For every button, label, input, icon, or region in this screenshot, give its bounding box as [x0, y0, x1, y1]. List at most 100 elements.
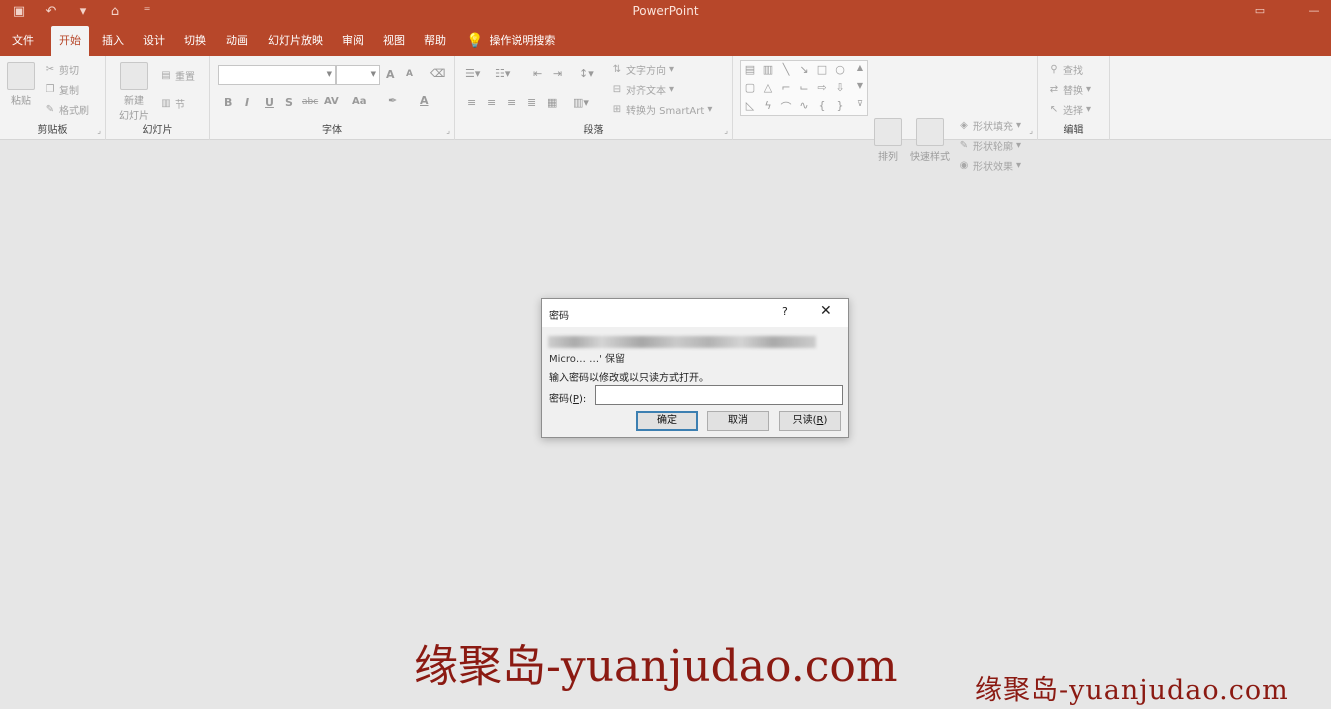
rounded-rect-shape-icon[interactable]: ▢: [743, 81, 757, 94]
tab-insert[interactable]: 插入: [94, 26, 132, 56]
password-dialog: 密码 ? ✕ Micro… …' 保留 输入密码以修改或以只读方式打开。 密码(…: [541, 298, 849, 438]
scroll-down-icon[interactable]: ▼: [853, 81, 867, 90]
elbow-arrow-shape-icon[interactable]: ⌙: [797, 81, 811, 94]
dialog-launcher-icon[interactable]: ⌟: [446, 126, 450, 135]
format-painter-button[interactable]: ✎ 格式刷: [44, 102, 89, 118]
shape-fill-button[interactable]: ◈ 形状填充 ▾: [958, 118, 1021, 134]
rectangle-shape-icon[interactable]: □: [815, 63, 829, 76]
tab-file[interactable]: 文件: [4, 26, 42, 56]
dialog-launcher-icon[interactable]: ⌟: [97, 126, 101, 135]
tab-slideshow[interactable]: 幻灯片放映: [260, 26, 331, 56]
paste-button[interactable]: 粘贴: [6, 62, 36, 107]
app-title: PowerPoint: [632, 4, 699, 18]
clear-format-icon[interactable]: ⌫: [430, 67, 446, 80]
replace-button[interactable]: ⇄ 替换 ▾: [1048, 82, 1091, 98]
search-icon: ⚲: [1050, 63, 1058, 75]
tab-help[interactable]: 帮助: [416, 26, 454, 56]
read-only-button[interactable]: 只读(R): [779, 411, 841, 431]
left-brace-shape-icon[interactable]: {: [815, 99, 829, 112]
ribbon-tabs: 文件 开始 插入 设计 切换 动画 幻灯片放映 审阅 视图 帮助 💡 操作说明搜…: [0, 26, 1331, 56]
more-shapes-icon[interactable]: ⊽: [853, 99, 867, 108]
numbering-icon[interactable]: ☷▾: [495, 67, 510, 80]
align-center-icon[interactable]: ≡: [487, 96, 496, 109]
find-button[interactable]: ⚲ 查找: [1048, 62, 1083, 78]
triangle-shape-icon[interactable]: △: [761, 81, 775, 94]
reset-icon: ▤: [161, 69, 171, 81]
replace-icon: ⇄: [1049, 83, 1059, 95]
bullets-icon[interactable]: ☰▾: [465, 67, 480, 80]
text-direction-button[interactable]: ⇅ 文字方向 ▾: [611, 62, 674, 78]
wave-shape-icon[interactable]: ∿: [797, 99, 811, 112]
align-left-icon[interactable]: ≡: [467, 96, 476, 109]
group-label-paragraph: 段落: [583, 125, 604, 136]
right-arrow-shape-icon[interactable]: ⇨: [815, 81, 829, 94]
close-icon[interactable]: ✕: [820, 303, 832, 319]
shadow-button[interactable]: S: [285, 96, 293, 109]
oval-shape-icon[interactable]: ○: [833, 63, 847, 76]
right-brace-shape-icon[interactable]: }: [833, 99, 847, 112]
copy-button[interactable]: ❐ 复制: [44, 82, 79, 98]
reset-button[interactable]: ▤ 重置: [160, 68, 195, 84]
tab-review[interactable]: 审阅: [334, 26, 372, 56]
font-size-combo[interactable]: ▼: [336, 65, 380, 85]
ribbon-display-icon[interactable]: ▭: [1253, 4, 1267, 17]
minimize-icon[interactable]: —: [1307, 4, 1321, 17]
align-text-button[interactable]: ⊟ 对齐文本 ▾: [611, 82, 674, 98]
tab-animations[interactable]: 动画: [218, 26, 256, 56]
font-name-combo[interactable]: ▼: [218, 65, 336, 85]
tab-transitions[interactable]: 切换: [176, 26, 214, 56]
bold-button[interactable]: B: [224, 96, 232, 109]
vertical-textbox-shape-icon[interactable]: ▥: [761, 63, 775, 76]
char-spacing-button[interactable]: AV: [324, 96, 339, 107]
ok-button[interactable]: 确定: [636, 411, 698, 431]
tab-design[interactable]: 设计: [135, 26, 173, 56]
watermark-small: 缘聚岛-yuanjudao.com: [975, 675, 1289, 706]
brush-icon: ✎: [45, 103, 55, 115]
dialog-launcher-icon[interactable]: ⌟: [724, 126, 728, 135]
arrange-button[interactable]: 排列: [872, 118, 904, 163]
grow-font-button[interactable]: A: [386, 68, 395, 81]
line-spacing-icon[interactable]: ↕▾: [579, 67, 594, 80]
underline-button[interactable]: U: [265, 96, 274, 109]
section-button[interactable]: ▥ 节: [160, 96, 185, 112]
shape-outline-button[interactable]: ✎ 形状轮廓 ▾: [958, 138, 1021, 154]
down-arrow-shape-icon[interactable]: ⇩: [833, 81, 847, 94]
change-case-button[interactable]: Aa: [352, 96, 367, 107]
columns-icon[interactable]: ▥▾: [573, 96, 589, 109]
italic-button[interactable]: I: [245, 96, 249, 109]
lightning-shape-icon[interactable]: ϟ: [761, 99, 775, 112]
shapes-gallery[interactable]: ▤ ▥ ╲ ↘ □ ○ ▢ △ ⌐ ⌙ ⇨ ⇩ ◺ ϟ ⌒ ∿ { } ▲ ▼ …: [740, 60, 868, 116]
dialog-launcher-icon[interactable]: ⌟: [1029, 126, 1033, 135]
cancel-button[interactable]: 取消: [707, 411, 769, 431]
highlight-icon[interactable]: ✒: [388, 94, 397, 107]
smartart-button[interactable]: ⊞ 转换为 SmartArt ▾: [611, 102, 713, 118]
align-right-icon[interactable]: ≡: [507, 96, 516, 109]
new-slide-button[interactable]: 新建 幻灯片: [116, 62, 152, 122]
tab-view[interactable]: 视图: [375, 26, 413, 56]
password-input[interactable]: [595, 385, 843, 405]
scissors-icon: ✂: [45, 63, 55, 75]
curve-shape-icon[interactable]: ⌒: [779, 99, 793, 115]
shape-effects-button[interactable]: ◉ 形状效果 ▾: [958, 158, 1021, 174]
group-label-slides: 幻灯片: [142, 125, 173, 136]
font-color-button[interactable]: A: [420, 94, 429, 107]
help-icon[interactable]: ?: [782, 305, 788, 318]
arrow-line-shape-icon[interactable]: ↘: [797, 63, 811, 76]
distributed-icon[interactable]: ▦: [547, 96, 557, 109]
text-direction-icon: ⇅: [612, 63, 622, 75]
shrink-font-button[interactable]: A: [406, 69, 413, 79]
scroll-up-icon[interactable]: ▲: [853, 63, 867, 72]
freeform-shape-icon[interactable]: ◺: [743, 99, 757, 112]
textbox-shape-icon[interactable]: ▤: [743, 63, 757, 76]
tell-me-search[interactable]: 💡 操作说明搜索: [466, 26, 555, 56]
select-button[interactable]: ↖ 选择 ▾: [1048, 102, 1091, 118]
decrease-indent-icon[interactable]: ⇤: [533, 67, 542, 80]
increase-indent-icon[interactable]: ⇥: [553, 67, 562, 80]
cut-button[interactable]: ✂ 剪切: [44, 62, 79, 78]
quick-styles-button[interactable]: 快速样式: [908, 118, 952, 163]
elbow-connector-shape-icon[interactable]: ⌐: [779, 81, 793, 94]
strikethrough-button[interactable]: abc: [302, 97, 318, 107]
line-shape-icon[interactable]: ╲: [779, 63, 793, 76]
tab-home[interactable]: 开始: [51, 26, 89, 56]
justify-icon[interactable]: ≣: [527, 96, 536, 109]
